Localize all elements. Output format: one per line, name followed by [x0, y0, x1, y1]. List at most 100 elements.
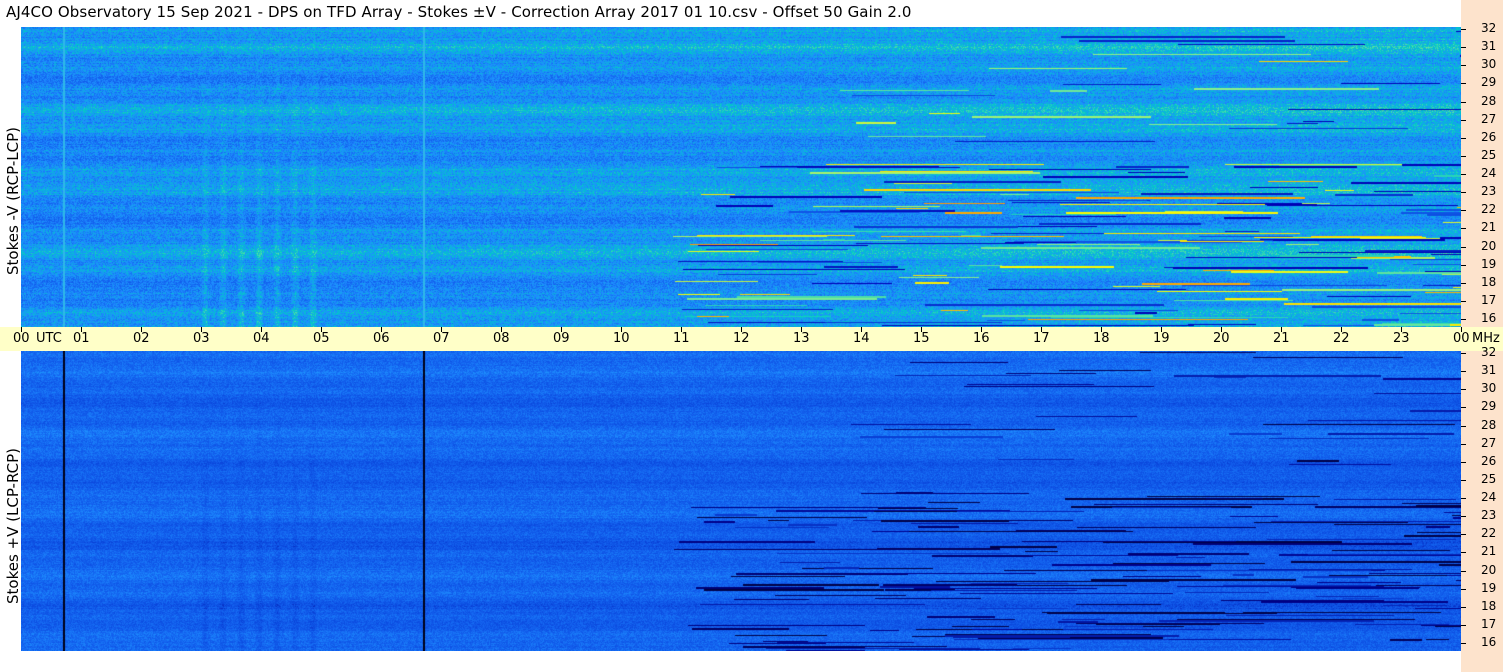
frequency-tick-mark — [1461, 119, 1466, 121]
time-tick-label: 21 — [1273, 331, 1290, 346]
bottom-spectrogram — [21, 351, 1461, 651]
frequency-tick-label: 29 — [1481, 75, 1497, 90]
time-tick-label: 06 — [373, 331, 390, 346]
frequency-tick-mark — [1461, 606, 1466, 608]
time-tick-label: 04 — [253, 331, 270, 346]
frequency-tick-mark — [1461, 425, 1466, 427]
time-tick-label: 03 — [193, 331, 210, 346]
frequency-tick-mark — [1461, 443, 1466, 445]
frequency-tick-label: 26 — [1481, 129, 1497, 144]
frequency-tick-mark — [1461, 389, 1466, 391]
frequency-tick-mark — [1461, 461, 1466, 463]
frequency-tick-label: 28 — [1481, 93, 1497, 108]
frequency-tick-label: 22 — [1481, 202, 1497, 217]
frequency-tick-mark — [1461, 479, 1466, 481]
time-tick-label: 10 — [613, 331, 630, 346]
time-tick-label: 22 — [1333, 331, 1350, 346]
time-tick-label: 23 — [1393, 331, 1410, 346]
time-tick-label: 18 — [1093, 331, 1110, 346]
frequency-tick-mark — [1461, 101, 1466, 103]
frequency-tick-label: 20 — [1481, 238, 1497, 253]
frequency-tick-mark — [1461, 210, 1466, 212]
mhz-label: MHz — [1472, 331, 1500, 346]
frequency-tick-mark — [1461, 47, 1466, 49]
frequency-tick-label: 17 — [1481, 292, 1497, 307]
frequency-tick-mark — [1461, 29, 1466, 30]
bottom-panel-ylabel: Stokes +V (LCP-RCP) — [4, 448, 22, 604]
frequency-tick-mark — [1461, 534, 1466, 536]
frequency-tick-label: 19 — [1481, 256, 1497, 271]
frequency-tick-label: 29 — [1481, 399, 1497, 414]
time-tick-label: 14 — [853, 331, 870, 346]
frequency-tick-label: 30 — [1481, 57, 1497, 72]
frequency-tick-mark — [1461, 174, 1466, 175]
time-tick-label: 19 — [1153, 331, 1170, 346]
frequency-tick-label: 24 — [1481, 166, 1497, 180]
frequency-tick-label: 20 — [1481, 562, 1497, 577]
frequency-tick-label: 16 — [1481, 635, 1497, 649]
frequency-tick-label: 26 — [1481, 453, 1497, 468]
frequency-tick-mark — [1461, 246, 1466, 248]
top-spectrogram — [21, 27, 1461, 327]
frequency-tick-label: 22 — [1481, 526, 1497, 541]
time-tick-label: 11 — [673, 331, 690, 346]
frequency-tick-label: 23 — [1481, 184, 1497, 199]
frequency-tick-mark — [1461, 264, 1466, 266]
time-tick-label: 00 — [13, 331, 30, 346]
time-tick-label: 07 — [433, 331, 450, 346]
frequency-tick-mark — [1461, 282, 1466, 284]
page-title: AJ4CO Observatory 15 Sep 2021 - DPS on T… — [6, 3, 912, 21]
frequency-tick-label: 24 — [1481, 490, 1497, 504]
frequency-tick-label: 23 — [1481, 508, 1497, 523]
frequency-tick-mark — [1461, 319, 1466, 320]
frequency-tick-label: 31 — [1481, 39, 1497, 54]
frequency-tick-label: 32 — [1481, 345, 1497, 359]
frequency-tick-label: 25 — [1481, 147, 1497, 162]
time-tick-label: 20 — [1213, 331, 1230, 346]
bottom-spectrogram-canvas — [21, 351, 1461, 651]
frequency-tick-label: 32 — [1481, 21, 1497, 35]
frequency-tick-mark — [1461, 624, 1466, 626]
time-axis: 00 01 02 03 04 05 06 07 08 09 10 11 12 13 14 15 16 17 18 19… — [0, 327, 1503, 351]
frequency-tick-label: 30 — [1481, 381, 1497, 396]
time-tick-label: 13 — [793, 331, 810, 346]
time-tick-label: 00 — [1453, 331, 1470, 346]
frequency-tick-label: 18 — [1481, 598, 1497, 613]
frequency-tick-mark — [1461, 228, 1466, 230]
frequency-tick-mark — [1461, 407, 1466, 409]
frequency-tick-label: 27 — [1481, 111, 1497, 126]
frequency-tick-label: 25 — [1481, 471, 1497, 486]
frequency-tick-mark — [1461, 498, 1466, 499]
utc-label: UTC — [36, 331, 62, 346]
frequency-tick-label: 31 — [1481, 363, 1497, 378]
frequency-tick-mark — [1461, 137, 1466, 139]
frequency-tick-mark — [1461, 353, 1466, 354]
time-tick-label: 12 — [733, 331, 750, 346]
time-tick-label: 08 — [493, 331, 510, 346]
frequency-tick-mark — [1461, 155, 1466, 157]
frequency-tick-mark — [1461, 65, 1466, 67]
frequency-tick-label: 19 — [1481, 580, 1497, 595]
frequency-tick-label: 18 — [1481, 274, 1497, 289]
time-tick-label: 17 — [1033, 331, 1050, 346]
frequency-tick-label: 21 — [1481, 220, 1497, 235]
frequency-tick-mark — [1461, 192, 1466, 194]
top-spectrogram-canvas — [21, 27, 1461, 327]
time-tick-label: 05 — [313, 331, 330, 346]
top-panel-ylabel: Stokes -V (RCP-LCP) — [4, 127, 22, 275]
frequency-tick-mark — [1461, 300, 1466, 302]
time-tick-label: 16 — [973, 331, 990, 346]
frequency-tick-label: 28 — [1481, 417, 1497, 432]
frequency-tick-mark — [1461, 643, 1466, 644]
frequency-tick-mark — [1461, 83, 1466, 85]
time-tick-label: 15 — [913, 331, 930, 346]
frequency-tick-label: 27 — [1481, 435, 1497, 450]
frequency-tick-label: 17 — [1481, 616, 1497, 631]
frequency-tick-mark — [1461, 570, 1466, 572]
frequency-tick-mark — [1461, 516, 1466, 518]
time-tick-label: 02 — [133, 331, 150, 346]
frequency-tick-mark — [1461, 552, 1466, 554]
frequency-tick-label: 21 — [1481, 544, 1497, 559]
time-tick-label: 01 — [73, 331, 90, 346]
time-tick-label: 09 — [553, 331, 570, 346]
